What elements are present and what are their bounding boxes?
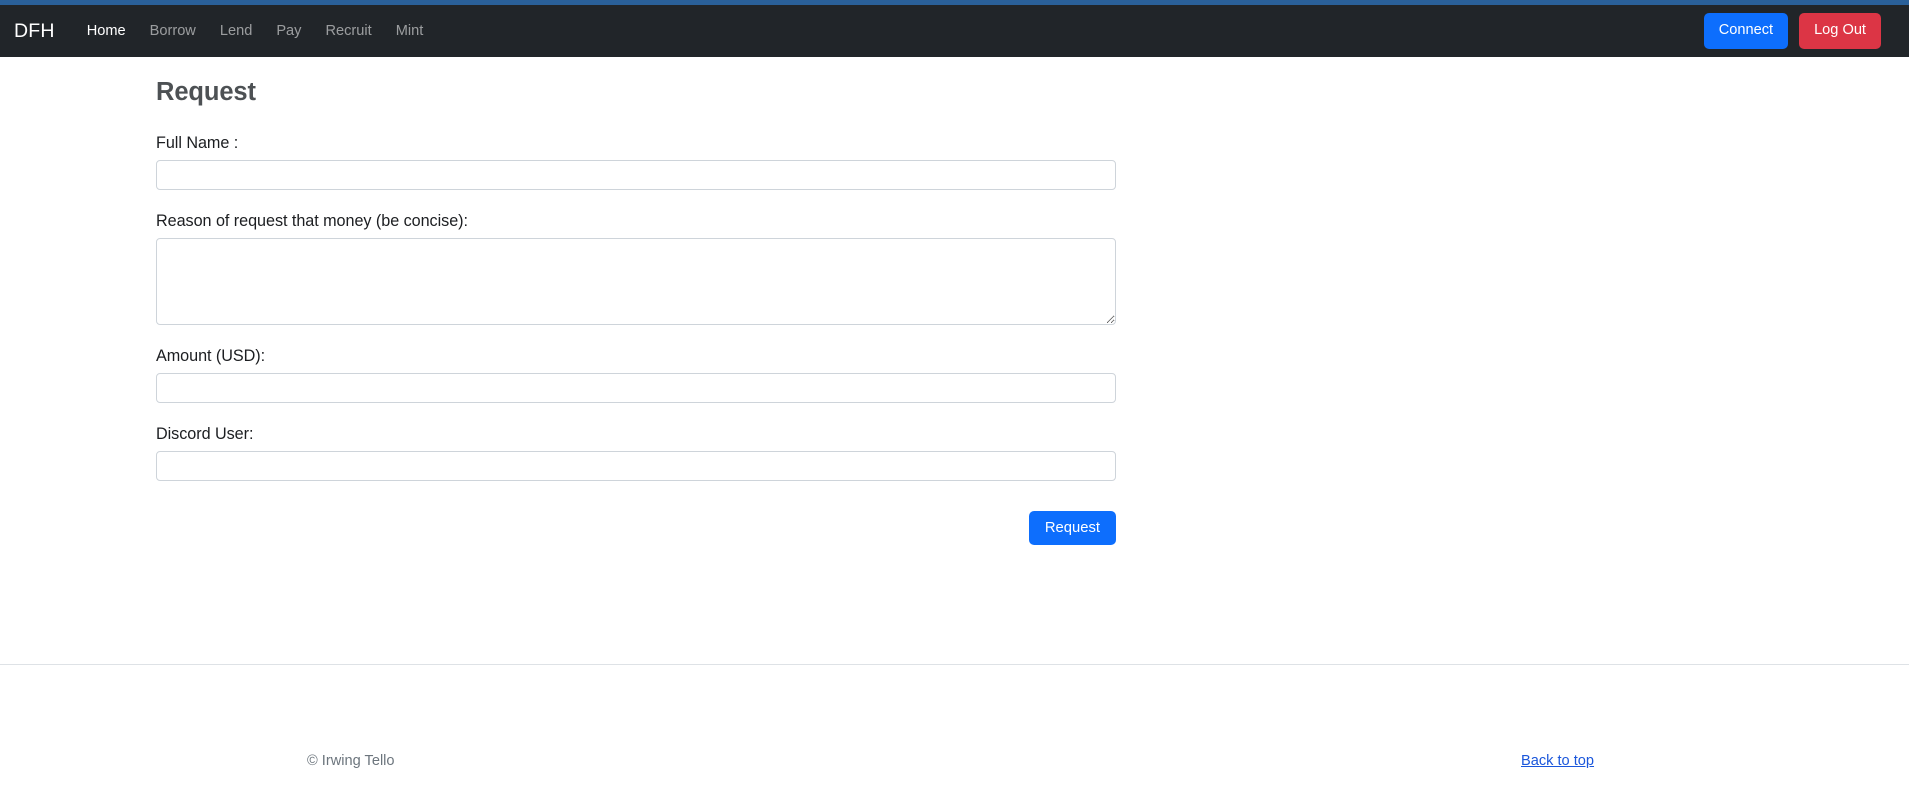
form-actions: Request <box>156 511 1116 545</box>
field-group-amount: Amount (USD): <box>156 347 1909 403</box>
discord-user-label: Discord User: <box>156 425 254 443</box>
footer-inner: © Irwing Tello Back to top <box>0 665 1909 787</box>
request-page: Request Full Name : Reason of request th… <box>0 57 1909 545</box>
nav-item-mint[interactable]: Mint <box>384 15 436 47</box>
reason-textarea[interactable] <box>156 238 1116 325</box>
navbar-actions: Connect Log Out <box>1703 13 1881 49</box>
field-group-discord-user: Discord User: <box>156 425 1909 481</box>
copyright-text: © Irwing Tello <box>307 753 395 769</box>
request-form: Full Name : Reason of request that money… <box>156 134 1909 545</box>
logout-button[interactable]: Log Out <box>1799 13 1881 49</box>
reason-label: Reason of request that money (be concise… <box>156 212 468 230</box>
page-footer: © Irwing Tello Back to top <box>0 664 1909 787</box>
page-title: Request <box>156 78 256 106</box>
discord-user-input[interactable] <box>156 451 1116 481</box>
nav-links: Home Borrow Lend Pay Recruit Mint <box>75 15 436 47</box>
connect-button[interactable]: Connect <box>1703 13 1789 49</box>
nav-item-home[interactable]: Home <box>75 15 138 47</box>
nav-item-recruit[interactable]: Recruit <box>313 15 383 47</box>
brand-logo[interactable]: DFH <box>14 20 55 43</box>
field-group-full-name: Full Name : <box>156 134 1909 190</box>
amount-input[interactable] <box>156 373 1116 403</box>
full-name-label: Full Name : <box>156 134 239 152</box>
full-name-input[interactable] <box>156 160 1116 190</box>
field-group-reason: Reason of request that money (be concise… <box>156 212 1909 325</box>
main-navbar: DFH Home Borrow Lend Pay Recruit Mint Co… <box>0 5 1909 57</box>
back-to-top-link[interactable]: Back to top <box>1521 753 1594 769</box>
nav-item-pay[interactable]: Pay <box>264 15 313 47</box>
nav-item-lend[interactable]: Lend <box>208 15 264 47</box>
amount-label: Amount (USD): <box>156 347 266 365</box>
nav-item-borrow[interactable]: Borrow <box>138 15 208 47</box>
submit-request-button[interactable]: Request <box>1028 511 1116 545</box>
